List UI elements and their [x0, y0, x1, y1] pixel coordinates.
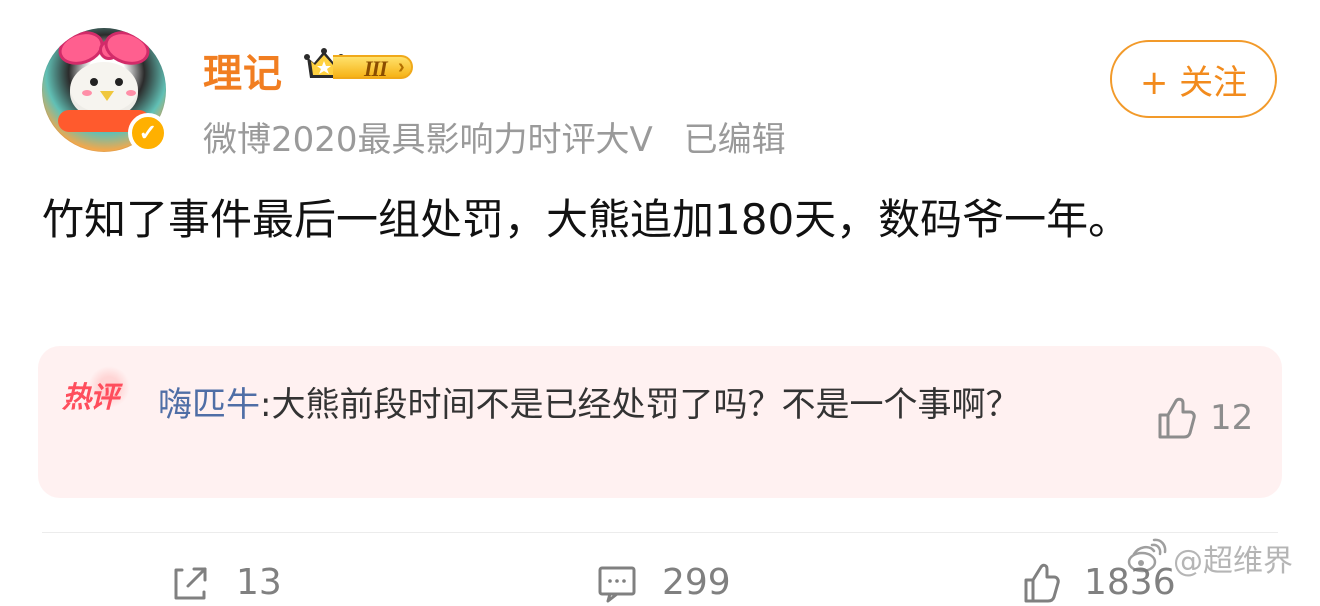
bow-decoration: [54, 28, 154, 62]
bow-knot-decoration: [99, 40, 119, 60]
comment-text: 大熊前段时间不是已经处罚了吗？不是一个事啊？: [271, 385, 1020, 425]
follow-button[interactable]: + 关注: [1110, 40, 1277, 118]
watermark: @超维界: [1123, 536, 1293, 580]
left-cheek-decoration: [82, 90, 92, 96]
divider: [42, 532, 1278, 533]
comment-icon: [598, 566, 636, 603]
share-count: 13: [236, 562, 282, 603]
heart-icon: ❤: [143, 28, 162, 45]
vip-level: III: [364, 56, 388, 81]
right-cheek-decoration: [126, 90, 136, 96]
thumb-up-icon: [1158, 397, 1196, 439]
verified-icon: ✓: [128, 113, 168, 153]
thumb-up-icon: [1024, 563, 1060, 603]
hot-comment-body: 嗨匹牛:大熊前段时间不是已经处罚了吗？不是一个事啊？: [158, 376, 1078, 434]
left-eye-decoration: [90, 78, 98, 86]
comment-like-count: 12: [1210, 398, 1254, 438]
comment-count: 299: [662, 562, 731, 603]
post-content: 竹知了事件最后一组处罚，大熊追加180天，数码爷一年。: [42, 195, 1131, 244]
hot-comment-tag: 热评: [62, 364, 134, 422]
avatar[interactable]: ❤ ✓: [42, 28, 168, 153]
weibo-post-card: ❤ ✓ 理记 III › 微博2020最具影响力时评大V 已编辑 + 关注 竹知…: [0, 0, 1320, 603]
beak-decoration: [100, 91, 114, 101]
user-meta-title: 微博2020最具影响力时评大V: [203, 120, 653, 160]
share-icon: [174, 567, 207, 600]
vip-badge[interactable]: III ›: [303, 46, 415, 86]
hot-comment-label: 热评: [62, 380, 119, 414]
right-eye-decoration: [115, 78, 123, 86]
watermark-text: @超维界: [1173, 544, 1293, 579]
share-button[interactable]: 13: [168, 560, 282, 606]
username[interactable]: 理记: [203, 43, 283, 99]
weibo-logo-icon: [1127, 538, 1167, 573]
follow-button-label: + 关注: [1139, 62, 1248, 103]
comment-author[interactable]: 嗨匹牛: [158, 385, 260, 425]
chevron-right-icon: ›: [398, 56, 405, 78]
comment-like-button[interactable]: 12: [1150, 394, 1253, 442]
edited-label: 已编辑: [683, 120, 786, 160]
hot-comment[interactable]: 热评 嗨匹牛:大熊前段时间不是已经处罚了吗？不是一个事啊？ 12: [38, 346, 1282, 498]
comment-button[interactable]: 299: [594, 560, 731, 606]
meta-row: 微博2020最具影响力时评大V 已编辑: [203, 112, 786, 161]
comment-separator: :: [260, 385, 272, 425]
